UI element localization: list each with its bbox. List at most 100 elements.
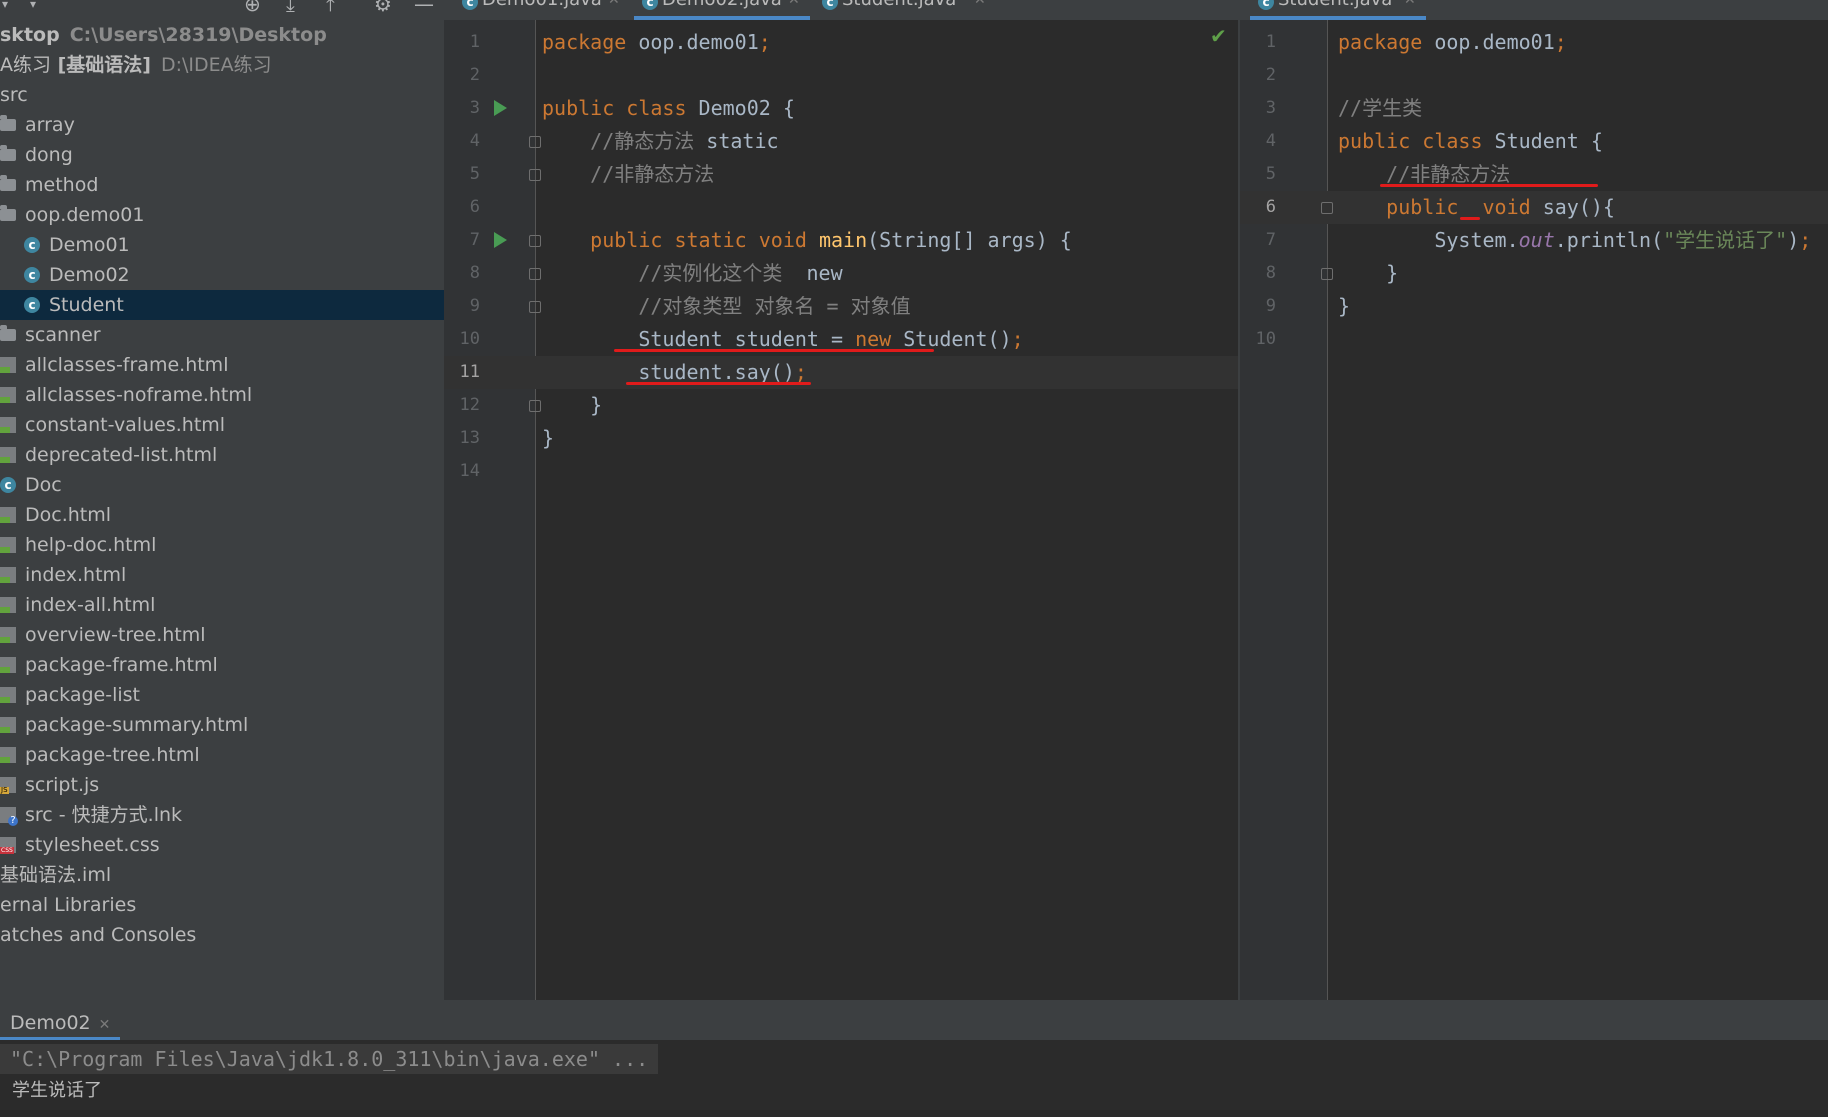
tree-item[interactable]: src <box>0 80 444 110</box>
line-number[interactable]: 3 <box>1240 92 1276 125</box>
code-line[interactable]: 9 //对象类型 对象名 = 对象值 <box>444 290 1238 323</box>
line-number[interactable]: 1 <box>444 26 480 59</box>
code-line[interactable]: 1 package oop.demo01; <box>1240 26 1828 59</box>
tree-item[interactable]: c Doc <box>0 470 444 500</box>
line-number[interactable]: 14 <box>444 455 480 488</box>
fold-marker-icon[interactable] <box>529 235 541 247</box>
tree-item[interactable]: dong <box>0 140 444 170</box>
tree-item[interactable]: package-frame.html <box>0 650 444 680</box>
tree-item[interactable]: array <box>0 110 444 140</box>
code-line[interactable]: 7 System.out.println("学生说话了"); <box>1240 224 1828 257</box>
code-line[interactable]: 2 <box>444 59 1238 92</box>
close-icon[interactable]: ✕ <box>1404 0 1416 7</box>
run-icon[interactable] <box>494 100 507 116</box>
line-number[interactable]: 5 <box>1240 158 1276 191</box>
editor-tab[interactable]: c Demo01.java ✕ <box>454 0 630 20</box>
fold-marker-icon[interactable] <box>529 268 541 280</box>
tree-item[interactable]: scanner <box>0 320 444 350</box>
run-console[interactable]: "C:\Program Files\Java\jdk1.8.0_311\bin\… <box>0 1040 1828 1117</box>
close-icon[interactable]: ✕ <box>608 0 620 7</box>
line-number[interactable]: 10 <box>1240 323 1276 356</box>
tree-item[interactable]: package-list <box>0 680 444 710</box>
code-line[interactable]: 4 public class Student { <box>1240 125 1828 158</box>
line-number[interactable]: 5 <box>444 158 480 191</box>
fold-marker-icon[interactable] <box>529 136 541 148</box>
run-icon[interactable] <box>494 232 507 248</box>
line-number[interactable]: 6 <box>1240 191 1276 224</box>
tree-item[interactable]: src - 快捷方式.lnk <box>0 800 444 830</box>
tree-item[interactable]: A练习 [基础语法] D:\IDEA练习 <box>0 50 444 80</box>
tree-item[interactable]: ernal Libraries <box>0 890 444 920</box>
fold-marker-icon[interactable] <box>1321 202 1333 214</box>
tree-item[interactable]: Doc.html <box>0 500 444 530</box>
tree-item[interactable]: method <box>0 170 444 200</box>
tree-item[interactable]: package-summary.html <box>0 710 444 740</box>
tree-item[interactable]: constant-values.html <box>0 410 444 440</box>
editor-tab[interactable]: c Demo02.java ✕ <box>634 0 810 20</box>
hide-icon[interactable]: — <box>414 0 434 14</box>
line-number[interactable]: 6 <box>444 191 480 224</box>
line-number[interactable]: 1 <box>1240 26 1276 59</box>
tree-item[interactable]: allclasses-frame.html <box>0 350 444 380</box>
tree-item[interactable]: package-tree.html <box>0 740 444 770</box>
collapse-all-icon[interactable]: ⤒ <box>326 0 335 14</box>
tree-item[interactable]: index-all.html <box>0 590 444 620</box>
line-number[interactable]: 9 <box>1240 290 1276 323</box>
line-number[interactable]: 3 <box>444 92 480 125</box>
tree-item[interactable]: sktop C:\Users\28319\Desktop <box>0 20 444 50</box>
code-line[interactable]: 12 } <box>444 389 1238 422</box>
expand-all-icon[interactable]: ⤓ <box>286 0 295 14</box>
tree-item[interactable]: deprecated-list.html <box>0 440 444 470</box>
code-line[interactable]: 7 public static void main(String[] args)… <box>444 224 1238 257</box>
line-number[interactable]: 8 <box>1240 257 1276 290</box>
tree-item[interactable]: oop.demo01 <box>0 200 444 230</box>
code-line[interactable]: 1 package oop.demo01; <box>444 26 1238 59</box>
tree-item[interactable]: stylesheet.css <box>0 830 444 860</box>
line-number[interactable]: 9 <box>444 290 480 323</box>
editor-demo02[interactable]: ✔ 1 package oop.demo01; 2 3 public class Dem… <box>444 20 1238 1000</box>
tree-item[interactable]: index.html <box>0 560 444 590</box>
settings-gear-icon[interactable]: ⚙ <box>374 0 392 14</box>
line-number[interactable]: 11 <box>444 356 480 389</box>
fold-marker-icon[interactable] <box>529 400 541 412</box>
code-line[interactable]: 4 //静态方法 static <box>444 125 1238 158</box>
line-number[interactable]: 2 <box>1240 59 1276 92</box>
tree-item[interactable]: c Demo02 <box>0 260 444 290</box>
code-line[interactable]: 9} <box>1240 290 1828 323</box>
close-icon[interactable]: ✕ <box>974 0 986 7</box>
tree-item[interactable]: script.js <box>0 770 444 800</box>
code-line[interactable]: 14 <box>444 455 1238 488</box>
tree-item[interactable]: c Student <box>0 290 444 320</box>
tree-item[interactable]: help-doc.html <box>0 530 444 560</box>
editor-student[interactable]: 1 package oop.demo01; 2 3 //学生类 4 public class… <box>1240 20 1828 1000</box>
code-line[interactable]: 10 <box>1240 323 1828 356</box>
line-number[interactable]: 12 <box>444 389 480 422</box>
line-number[interactable]: 7 <box>1240 224 1276 257</box>
dropdown-caret-icon[interactable]: ▾ <box>2 0 8 14</box>
editor-tab[interactable]: c Student.java ✕ <box>1250 0 1426 20</box>
code-line[interactable]: 5 //非静态方法 <box>444 158 1238 191</box>
line-number[interactable]: 8 <box>444 257 480 290</box>
locate-icon[interactable]: ⊕ <box>244 0 261 14</box>
line-number[interactable]: 13 <box>444 422 480 455</box>
fold-marker-icon[interactable] <box>529 169 541 181</box>
editor-tab[interactable]: c Student.java ✕ <box>814 0 996 20</box>
code-line[interactable]: 6 <box>444 191 1238 224</box>
close-icon[interactable]: ✕ <box>99 1017 111 1033</box>
line-number[interactable]: 2 <box>444 59 480 92</box>
tree-item[interactable]: allclasses-noframe.html <box>0 380 444 410</box>
code-line[interactable]: 8 //实例化这个类 new <box>444 257 1238 290</box>
fold-marker-icon[interactable] <box>529 301 541 313</box>
line-number[interactable]: 4 <box>444 125 480 158</box>
tree-item[interactable]: atches and Consoles <box>0 920 444 950</box>
line-number[interactable]: 10 <box>444 323 480 356</box>
tree-item[interactable]: 基础语法.iml <box>0 860 444 890</box>
code-line[interactable]: 3 //学生类 <box>1240 92 1828 125</box>
code-line[interactable]: 11 student.say(); <box>444 356 1238 389</box>
code-line[interactable]: 2 <box>1240 59 1828 92</box>
close-icon[interactable]: ✕ <box>788 0 800 7</box>
code-line[interactable]: 13} <box>444 422 1238 455</box>
fold-marker-icon[interactable] <box>1321 268 1333 280</box>
line-number[interactable]: 7 <box>444 224 480 257</box>
dropdown-caret-icon[interactable]: ▾ <box>30 0 36 14</box>
